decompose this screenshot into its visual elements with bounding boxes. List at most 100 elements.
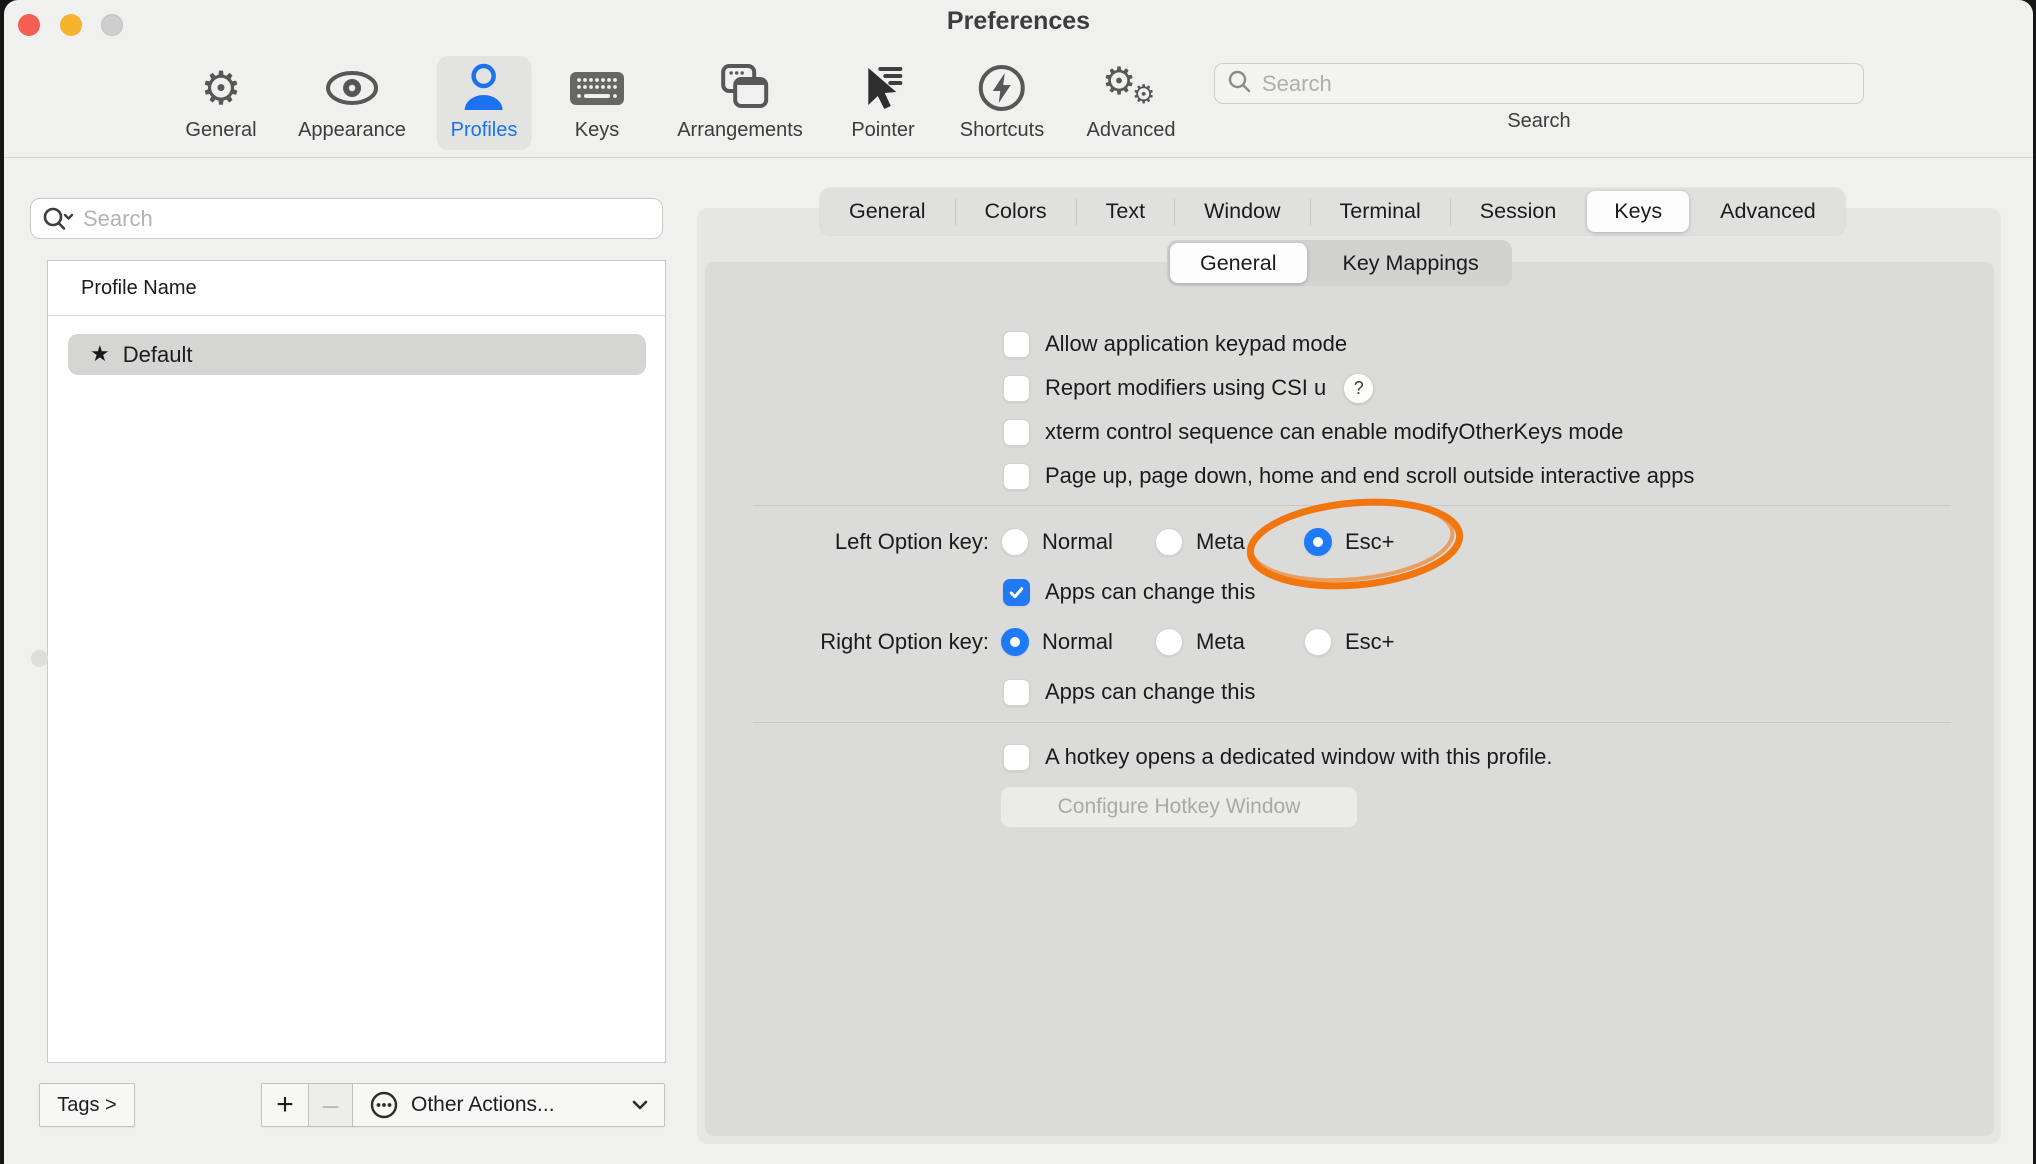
- add-profile-button[interactable]: +: [261, 1083, 309, 1127]
- profile-search-field[interactable]: [30, 198, 663, 239]
- toolbar-label: Keys: [575, 119, 619, 142]
- left-apps-can-change-row[interactable]: Apps can change this: [1003, 578, 1255, 606]
- profile-list-header: Profile Name: [48, 261, 665, 316]
- other-actions-button[interactable]: Other Actions...: [353, 1083, 665, 1127]
- checkbox[interactable]: [1003, 679, 1030, 706]
- tab-keys[interactable]: Keys: [1587, 191, 1689, 232]
- toolbar-item-general[interactable]: ⚙ General: [171, 56, 270, 150]
- windows-icon: [711, 62, 769, 114]
- tab-advanced[interactable]: Advanced: [1691, 188, 1845, 235]
- checkbox[interactable]: [1003, 463, 1030, 490]
- subtab-key-mappings[interactable]: Key Mappings: [1310, 240, 1512, 286]
- checkbox-label: Apps can change this: [1045, 679, 1255, 705]
- toolbar-label: Profiles: [451, 119, 518, 142]
- splitter-handle[interactable]: [31, 650, 48, 667]
- remove-profile-button[interactable]: –: [309, 1083, 353, 1127]
- tab-colors[interactable]: Colors: [956, 188, 1076, 235]
- tab-general[interactable]: General: [820, 188, 955, 235]
- checkbox-row-csi-u[interactable]: Report modifiers using CSI u ?: [1003, 374, 1374, 402]
- left-option-normal[interactable]: Normal: [1001, 528, 1113, 556]
- cursor-icon: [858, 62, 908, 114]
- person-icon: [461, 62, 507, 114]
- toolbar-label: General: [185, 119, 256, 142]
- eye-icon: [325, 62, 379, 114]
- configure-hotkey-window-button: Configure Hotkey Window: [1000, 786, 1358, 828]
- radio[interactable]: [1304, 528, 1332, 556]
- left-option-meta[interactable]: Meta: [1155, 528, 1245, 556]
- radio-label: Esc+: [1345, 629, 1395, 655]
- radio[interactable]: [1001, 528, 1029, 556]
- toolbar-label: Arrangements: [677, 119, 803, 142]
- star-icon: ★: [90, 342, 110, 367]
- right-apps-can-change-row[interactable]: Apps can change this: [1003, 678, 1255, 706]
- checkbox-label: Report modifiers using CSI u: [1045, 375, 1326, 401]
- circled-ellipsis-icon: [369, 1090, 399, 1120]
- toolbar-label: Pointer: [851, 119, 914, 142]
- keyboard-icon: [568, 62, 626, 114]
- radio[interactable]: [1304, 628, 1332, 656]
- search-icon: [1227, 69, 1252, 99]
- checkbox-label: Apps can change this: [1045, 579, 1255, 605]
- toolbar-item-appearance[interactable]: Appearance: [284, 56, 420, 150]
- search-menu-icon: [41, 206, 75, 232]
- profile-row-default[interactable]: ★ Default: [68, 334, 646, 375]
- left-option-esc[interactable]: Esc+: [1304, 528, 1395, 556]
- toolbar-item-shortcuts[interactable]: Shortcuts: [946, 56, 1058, 150]
- profile-name: Default: [123, 342, 193, 368]
- window-title: Preferences: [4, 7, 2033, 36]
- help-button[interactable]: ?: [1343, 373, 1374, 404]
- checkbox[interactable]: [1003, 375, 1030, 402]
- toolbar-item-advanced[interactable]: ⚙ ⚙ Advanced: [1073, 56, 1190, 150]
- subtab-general[interactable]: General: [1170, 243, 1307, 283]
- checkbox-label: Page up, page down, home and end scroll …: [1045, 463, 1694, 489]
- toolbar-item-keys[interactable]: Keys: [554, 56, 640, 150]
- checkbox[interactable]: [1003, 579, 1030, 606]
- toolbar-item-profiles[interactable]: Profiles: [437, 56, 532, 150]
- checkbox[interactable]: [1003, 744, 1030, 771]
- section-divider: [753, 722, 1951, 723]
- toolbar-item-arrangements[interactable]: Arrangements: [663, 56, 817, 150]
- gear-icon: ⚙: [200, 62, 241, 114]
- left-option-key-label: Left Option key:: [753, 528, 989, 556]
- profile-tab-bar: General Colors Text Window Terminal Sess…: [820, 188, 1845, 235]
- toolbar-label: Advanced: [1087, 119, 1176, 142]
- preferences-window: Preferences ⚙ General Appearance Profile…: [4, 0, 2033, 1164]
- toolbar-label: Shortcuts: [960, 119, 1044, 142]
- radio-label: Normal: [1042, 629, 1113, 655]
- radio-label: Normal: [1042, 529, 1113, 555]
- radio[interactable]: [1001, 628, 1029, 656]
- radio[interactable]: [1155, 528, 1183, 556]
- toolbar-search-input[interactable]: [1262, 71, 1851, 97]
- right-option-key-label: Right Option key:: [753, 628, 989, 656]
- toolbar-label: Appearance: [298, 119, 406, 142]
- checkbox-label: xterm control sequence can enable modify…: [1045, 419, 1623, 445]
- other-actions-label: Other Actions...: [411, 1093, 555, 1117]
- radio-label: Meta: [1196, 629, 1245, 655]
- tags-button[interactable]: Tags >: [39, 1083, 135, 1127]
- toolbar-search-field[interactable]: [1214, 63, 1864, 104]
- checkbox[interactable]: [1003, 331, 1030, 358]
- toolbar-divider: [4, 157, 2033, 158]
- tab-session[interactable]: Session: [1451, 188, 1586, 235]
- toolbar-item-pointer[interactable]: Pointer: [837, 56, 928, 150]
- hotkey-row[interactable]: A hotkey opens a dedicated window with t…: [1003, 743, 1553, 771]
- radio-label: Esc+: [1345, 529, 1395, 555]
- checkbox-row-scroll-outside[interactable]: Page up, page down, home and end scroll …: [1003, 462, 1694, 490]
- section-divider: [753, 505, 1951, 506]
- right-option-meta[interactable]: Meta: [1155, 628, 1245, 656]
- tab-text[interactable]: Text: [1077, 188, 1174, 235]
- checkbox-row-keypad-mode[interactable]: Allow application keypad mode: [1003, 330, 1347, 358]
- tab-terminal[interactable]: Terminal: [1311, 188, 1450, 235]
- tab-window[interactable]: Window: [1175, 188, 1309, 235]
- chevron-down-icon: [632, 1100, 648, 1110]
- radio[interactable]: [1155, 628, 1183, 656]
- gears-icon: ⚙ ⚙: [1100, 62, 1162, 114]
- bolt-icon: [977, 62, 1027, 114]
- radio-label: Meta: [1196, 529, 1245, 555]
- right-option-normal[interactable]: Normal: [1001, 628, 1113, 656]
- right-option-esc[interactable]: Esc+: [1304, 628, 1395, 656]
- checkbox[interactable]: [1003, 419, 1030, 446]
- checkbox-label: Allow application keypad mode: [1045, 331, 1347, 357]
- profile-search-input[interactable]: [83, 206, 652, 232]
- checkbox-row-modifyotherkeys[interactable]: xterm control sequence can enable modify…: [1003, 418, 1623, 446]
